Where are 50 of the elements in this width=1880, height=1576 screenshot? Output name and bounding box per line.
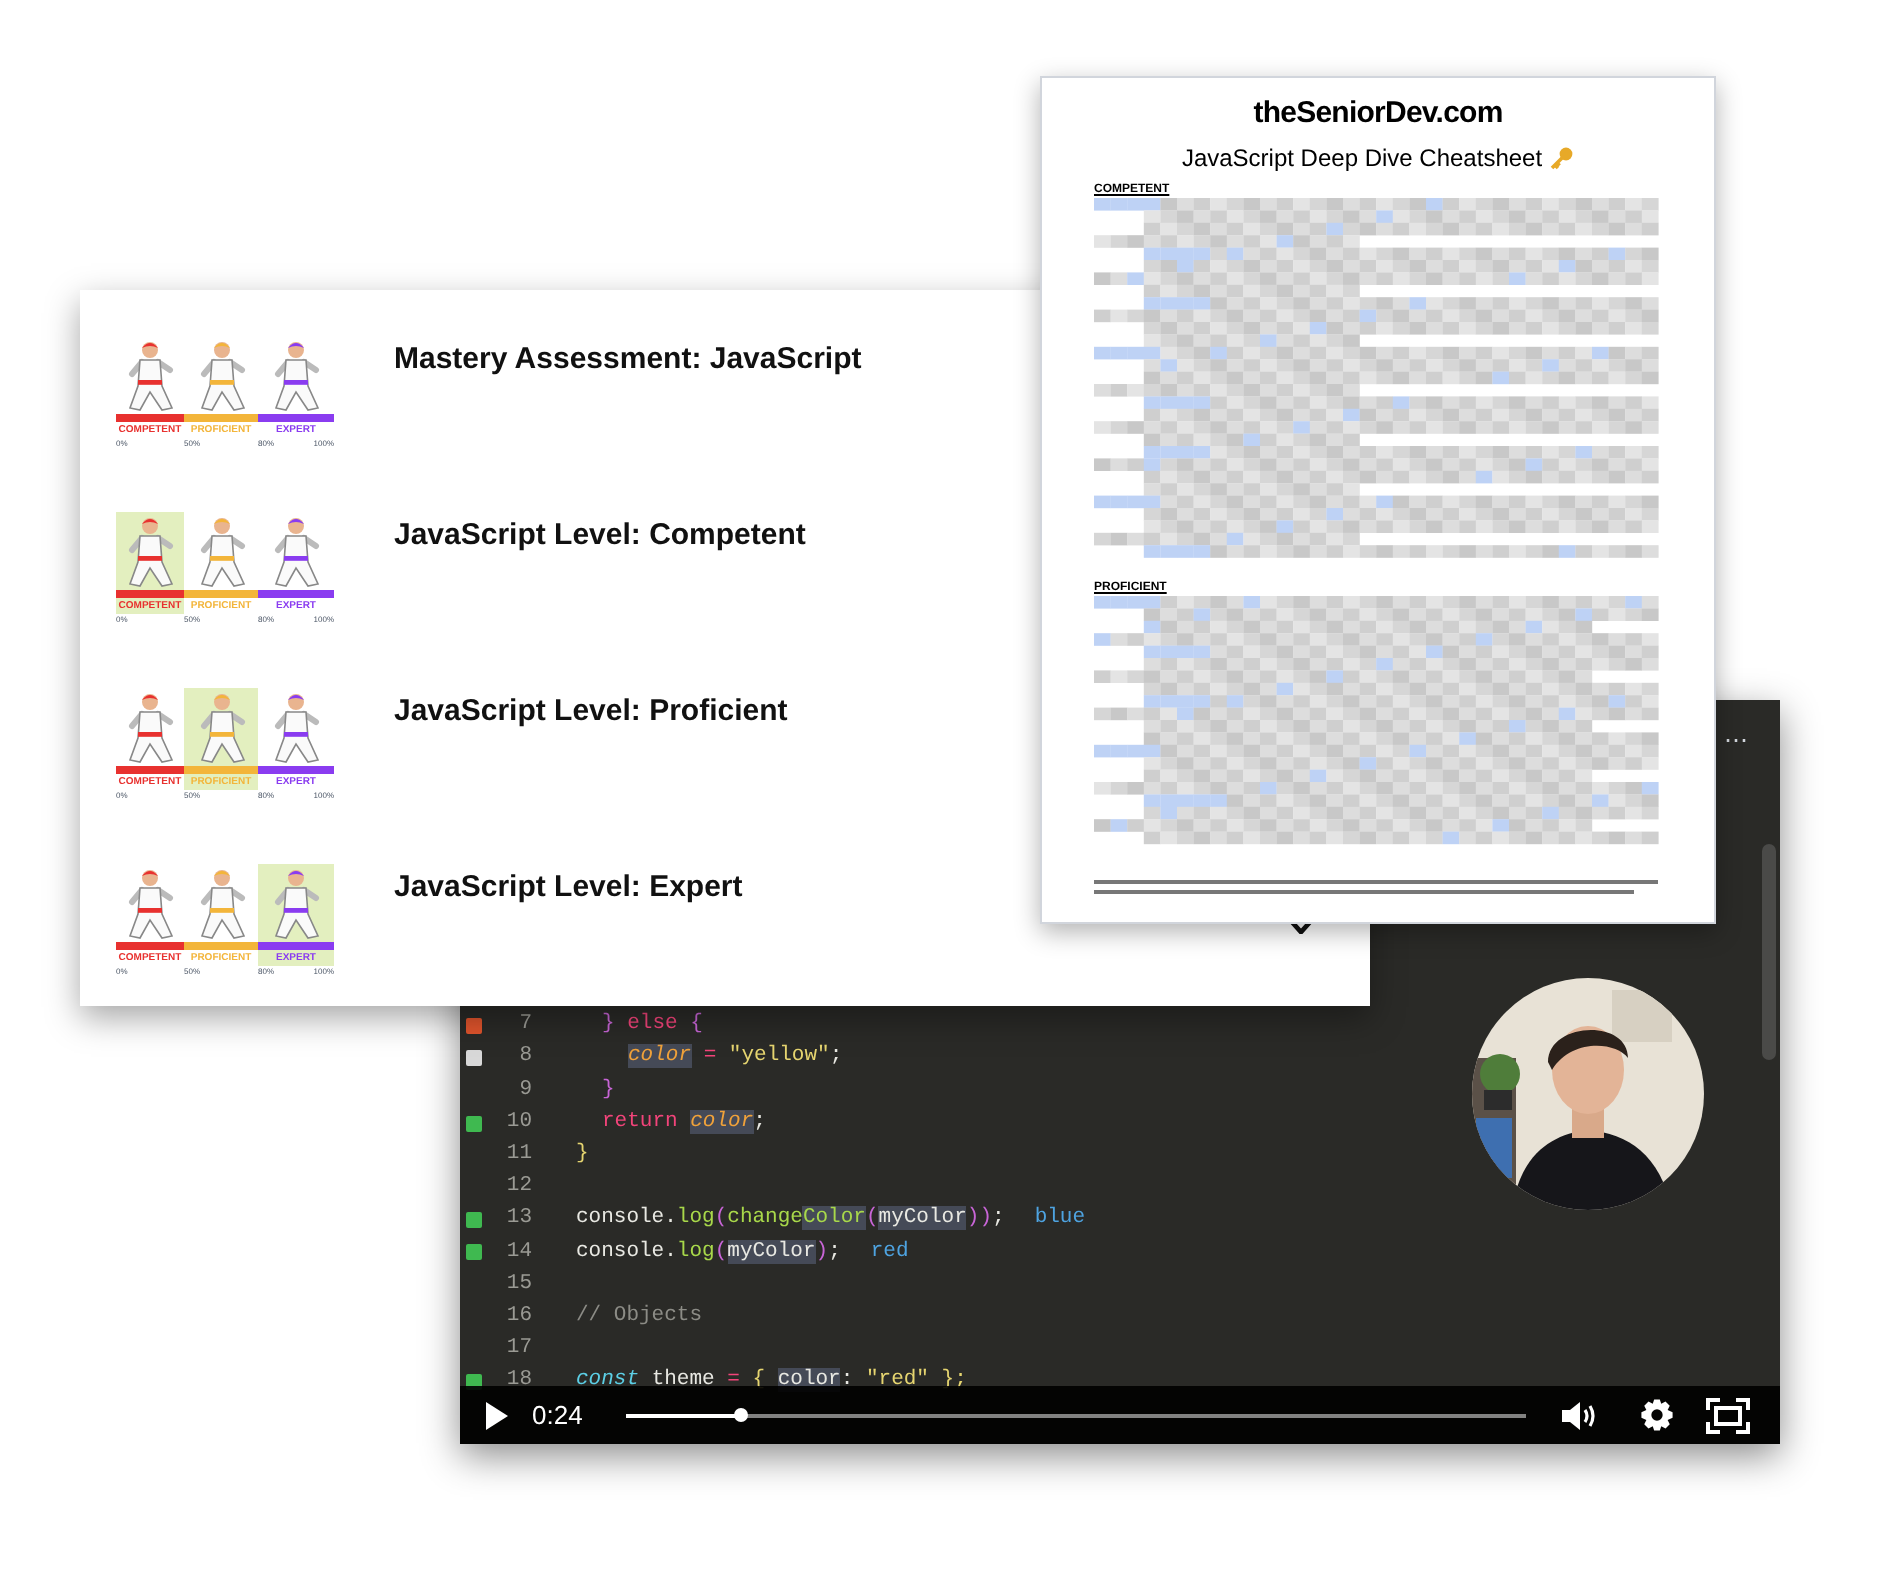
code-line: color = "yellow"; xyxy=(628,1042,843,1073)
key-icon xyxy=(1550,146,1575,170)
code-line: } else { xyxy=(602,1010,703,1041)
more-icon[interactable]: ⋯ xyxy=(1724,728,1750,752)
fullscreen-icon[interactable] xyxy=(1706,1397,1751,1433)
slide-title: Mastery Assessment: JavaScript xyxy=(394,340,862,380)
karate-figure-drawing xyxy=(195,690,247,766)
karate-figure-drawing xyxy=(124,690,176,766)
play-icon[interactable] xyxy=(484,1401,508,1429)
karate-figure-drawing xyxy=(124,338,176,414)
line-number: 13 xyxy=(506,1204,532,1235)
volume-icon[interactable] xyxy=(1560,1399,1597,1431)
code-line: return color; xyxy=(602,1107,766,1138)
karate-figure-drawing xyxy=(270,338,322,414)
line-number: 14 xyxy=(506,1237,532,1268)
code-line: } xyxy=(602,1075,615,1106)
line-number: 18 xyxy=(506,1366,532,1397)
chevron-down-icon[interactable] xyxy=(1290,920,1312,934)
code-line: console.log(changeColor(myColor)); xyxy=(576,1204,1005,1235)
karate-figure-drawing xyxy=(195,338,247,414)
line-number: 7 xyxy=(519,1010,532,1041)
line-number: 12 xyxy=(506,1172,532,1203)
slide-title: JavaScript Level: Expert xyxy=(394,868,743,908)
line-number: 15 xyxy=(506,1269,532,1300)
logo: theSeniorDev.com xyxy=(1253,98,1503,128)
settings-icon[interactable] xyxy=(1640,1398,1675,1432)
karate-figure-drawing xyxy=(270,690,322,766)
code-line: // Objects xyxy=(576,1301,703,1332)
line-number: 11 xyxy=(506,1139,532,1170)
line-number: 16 xyxy=(506,1301,532,1332)
code-line: console.log(myColor); xyxy=(576,1237,841,1268)
scrollbar[interactable] xyxy=(1762,844,1776,1060)
karate-figure-drawing xyxy=(124,866,176,942)
karate-figure-drawing xyxy=(270,866,322,942)
karate-figure-drawing xyxy=(195,866,247,942)
cheatsheet-title: JavaScript Deep Dive Cheatsheet xyxy=(1181,146,1543,170)
karate-figure-drawing xyxy=(270,514,322,590)
console-output: blue xyxy=(1034,1204,1086,1235)
console-output: red xyxy=(870,1237,909,1268)
slide-title: JavaScript Level: Competent xyxy=(394,516,806,556)
slide-title: JavaScript Level: Proficient xyxy=(394,692,788,732)
time-label: 0:24 xyxy=(532,1397,583,1434)
progress-thumb[interactable] xyxy=(734,1408,749,1422)
code-line: } xyxy=(576,1139,589,1170)
karate-figure-drawing xyxy=(124,514,176,590)
line-number: 10 xyxy=(506,1107,532,1138)
line-number: 17 xyxy=(506,1334,532,1365)
line-number: 8 xyxy=(519,1042,532,1073)
line-number: 9 xyxy=(519,1075,532,1106)
karate-figure-drawing xyxy=(195,514,247,590)
